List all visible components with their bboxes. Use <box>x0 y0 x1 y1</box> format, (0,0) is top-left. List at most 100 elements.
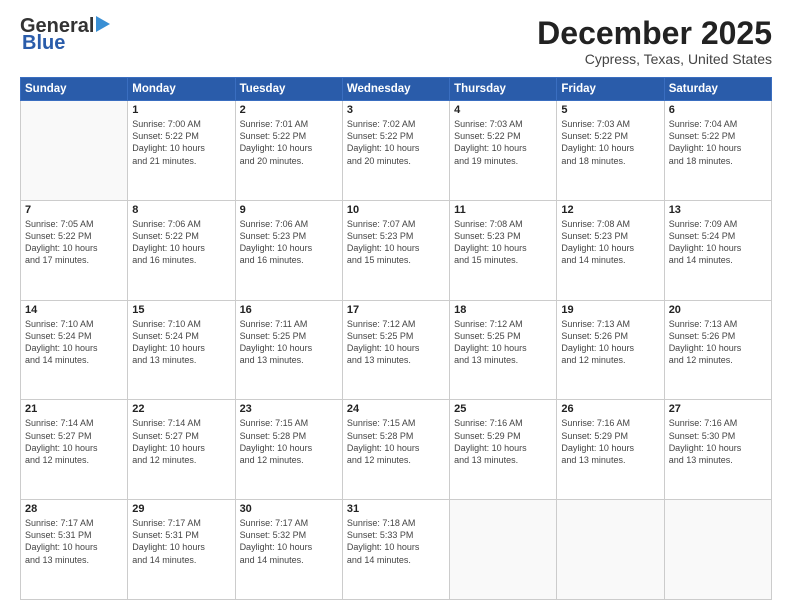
table-row: 26 Sunrise: 7:16 AMSunset: 5:29 PMDayligh… <box>557 400 664 500</box>
table-row: 21 Sunrise: 7:14 AMSunset: 5:27 PMDayligh… <box>21 400 128 500</box>
day-info: Sunrise: 7:13 AMSunset: 5:26 PMDaylight:… <box>669 318 767 367</box>
day-number: 30 <box>240 503 338 515</box>
table-row <box>557 500 664 600</box>
table-row: 10Sunrise: 7:07 AMSunset: 5:23 PMDayligh… <box>342 200 449 300</box>
day-number: 26 <box>561 403 659 415</box>
table-row: 5 Sunrise: 7:03 AMSunset: 5:22 PMDaylight… <box>557 101 664 201</box>
table-row: 17 Sunrise: 7:12 AMSunset: 5:25 PMDayligh… <box>342 300 449 400</box>
day-number: 11 <box>454 204 552 216</box>
table-row: 11 Sunrise: 7:08 AMSunset: 5:23 PMDayligh… <box>450 200 557 300</box>
day-number: 9 <box>240 204 338 216</box>
table-row: 27 Sunrise: 7:16 AMSunset: 5:30 PMDayligh… <box>664 400 771 500</box>
day-number: 12 <box>561 204 659 216</box>
page: General Blue December 2025 Cypress, Texa… <box>0 0 792 612</box>
day-info: Sunrise: 7:16 AMSunset: 5:29 PMDaylight:… <box>454 417 552 466</box>
table-row: 13 Sunrise: 7:09 AMSunset: 5:24 PMDayligh… <box>664 200 771 300</box>
table-row: 14 Sunrise: 7:10 AMSunset: 5:24 PMDayligh… <box>21 300 128 400</box>
day-number: 13 <box>669 204 767 216</box>
table-row <box>450 500 557 600</box>
day-info: Sunrise: 7:08 AMSunset: 5:23 PMDaylight:… <box>561 218 659 267</box>
day-number: 31 <box>347 503 445 515</box>
day-info: Sunrise: 7:16 AMSunset: 5:30 PMDaylight:… <box>669 417 767 466</box>
calendar-week-row: 14 Sunrise: 7:10 AMSunset: 5:24 PMDayligh… <box>21 300 772 400</box>
calendar-table: Sunday Monday Tuesday Wednesday Thursday… <box>20 77 772 600</box>
day-info: Sunrise: 7:15 AMSunset: 5:28 PMDaylight:… <box>347 417 445 466</box>
table-row: 20 Sunrise: 7:13 AMSunset: 5:26 PMDayligh… <box>664 300 771 400</box>
table-row: 30 Sunrise: 7:17 AMSunset: 5:32 PMDayligh… <box>235 500 342 600</box>
day-number: 14 <box>25 304 123 316</box>
table-row: 23 Sunrise: 7:15 AMSunset: 5:28 PMDayligh… <box>235 400 342 500</box>
day-number: 24 <box>347 403 445 415</box>
col-wednesday: Wednesday <box>342 78 449 101</box>
day-number: 5 <box>561 104 659 116</box>
table-row: 9 Sunrise: 7:06 AMSunset: 5:23 PMDaylight… <box>235 200 342 300</box>
calendar-header-row: Sunday Monday Tuesday Wednesday Thursday… <box>21 78 772 101</box>
day-info: Sunrise: 7:03 AMSunset: 5:22 PMDaylight:… <box>454 118 552 167</box>
day-info: Sunrise: 7:06 AMSunset: 5:22 PMDaylight:… <box>132 218 230 267</box>
calendar-week-row: 1Sunrise: 7:00 AMSunset: 5:22 PMDaylight… <box>21 101 772 201</box>
day-info: Sunrise: 7:14 AMSunset: 5:27 PMDaylight:… <box>25 417 123 466</box>
col-friday: Friday <box>557 78 664 101</box>
day-number: 7 <box>25 204 123 216</box>
day-number: 25 <box>454 403 552 415</box>
day-info: Sunrise: 7:03 AMSunset: 5:22 PMDaylight:… <box>561 118 659 167</box>
day-number: 27 <box>669 403 767 415</box>
day-info: Sunrise: 7:02 AMSunset: 5:22 PMDaylight:… <box>347 118 445 167</box>
day-info: Sunrise: 7:13 AMSunset: 5:26 PMDaylight:… <box>561 318 659 367</box>
day-info: Sunrise: 7:11 AMSunset: 5:25 PMDaylight:… <box>240 318 338 367</box>
day-number: 28 <box>25 503 123 515</box>
day-number: 3 <box>347 104 445 116</box>
day-number: 4 <box>454 104 552 116</box>
day-info: Sunrise: 7:04 AMSunset: 5:22 PMDaylight:… <box>669 118 767 167</box>
table-row <box>21 101 128 201</box>
logo: General Blue <box>20 16 118 55</box>
day-info: Sunrise: 7:18 AMSunset: 5:33 PMDaylight:… <box>347 517 445 566</box>
day-info: Sunrise: 7:15 AMSunset: 5:28 PMDaylight:… <box>240 417 338 466</box>
table-row: 31 Sunrise: 7:18 AMSunset: 5:33 PMDayligh… <box>342 500 449 600</box>
day-info: Sunrise: 7:10 AMSunset: 5:24 PMDaylight:… <box>25 318 123 367</box>
day-number: 6 <box>669 104 767 116</box>
day-number: 16 <box>240 304 338 316</box>
day-number: 19 <box>561 304 659 316</box>
table-row <box>664 500 771 600</box>
day-info: Sunrise: 7:12 AMSunset: 5:25 PMDaylight:… <box>347 318 445 367</box>
day-info: Sunrise: 7:08 AMSunset: 5:23 PMDaylight:… <box>454 218 552 267</box>
table-row: 22Sunrise: 7:14 AMSunset: 5:27 PMDayligh… <box>128 400 235 500</box>
table-row: 15 Sunrise: 7:10 AMSunset: 5:24 PMDayligh… <box>128 300 235 400</box>
col-sunday: Sunday <box>21 78 128 101</box>
day-number: 15 <box>132 304 230 316</box>
col-thursday: Thursday <box>450 78 557 101</box>
col-monday: Monday <box>128 78 235 101</box>
table-row: 25 Sunrise: 7:16 AMSunset: 5:29 PMDayligh… <box>450 400 557 500</box>
day-number: 29 <box>132 503 230 515</box>
day-number: 23 <box>240 403 338 415</box>
calendar-subtitle: Cypress, Texas, United States <box>537 51 772 67</box>
logo-arrow-icon <box>96 16 118 32</box>
table-row: 4 Sunrise: 7:03 AMSunset: 5:22 PMDaylight… <box>450 101 557 201</box>
title-block: December 2025 Cypress, Texas, United Sta… <box>537 16 772 67</box>
day-info: Sunrise: 7:17 AMSunset: 5:32 PMDaylight:… <box>240 517 338 566</box>
day-info: Sunrise: 7:07 AMSunset: 5:23 PMDaylight:… <box>347 218 445 267</box>
day-number: 21 <box>25 403 123 415</box>
day-info: Sunrise: 7:10 AMSunset: 5:24 PMDaylight:… <box>132 318 230 367</box>
day-info: Sunrise: 7:01 AMSunset: 5:22 PMDaylight:… <box>240 118 338 167</box>
day-info: Sunrise: 7:16 AMSunset: 5:29 PMDaylight:… <box>561 417 659 466</box>
col-saturday: Saturday <box>664 78 771 101</box>
day-info: Sunrise: 7:17 AMSunset: 5:31 PMDaylight:… <box>25 517 123 566</box>
day-info: Sunrise: 7:17 AMSunset: 5:31 PMDaylight:… <box>132 517 230 566</box>
table-row: 16 Sunrise: 7:11 AMSunset: 5:25 PMDayligh… <box>235 300 342 400</box>
day-number: 17 <box>347 304 445 316</box>
table-row: 8 Sunrise: 7:06 AMSunset: 5:22 PMDaylight… <box>128 200 235 300</box>
table-row: 3 Sunrise: 7:02 AMSunset: 5:22 PMDaylight… <box>342 101 449 201</box>
table-row: 19 Sunrise: 7:13 AMSunset: 5:26 PMDayligh… <box>557 300 664 400</box>
day-info: Sunrise: 7:12 AMSunset: 5:25 PMDaylight:… <box>454 318 552 367</box>
day-info: Sunrise: 7:06 AMSunset: 5:23 PMDaylight:… <box>240 218 338 267</box>
table-row: 18Sunrise: 7:12 AMSunset: 5:25 PMDayligh… <box>450 300 557 400</box>
day-number: 20 <box>669 304 767 316</box>
table-row: 2Sunrise: 7:01 AMSunset: 5:22 PMDaylight… <box>235 101 342 201</box>
header: General Blue December 2025 Cypress, Texa… <box>20 16 772 67</box>
day-info: Sunrise: 7:05 AMSunset: 5:22 PMDaylight:… <box>25 218 123 267</box>
day-number: 8 <box>132 204 230 216</box>
day-info: Sunrise: 7:09 AMSunset: 5:24 PMDaylight:… <box>669 218 767 267</box>
table-row: 1Sunrise: 7:00 AMSunset: 5:22 PMDaylight… <box>128 101 235 201</box>
